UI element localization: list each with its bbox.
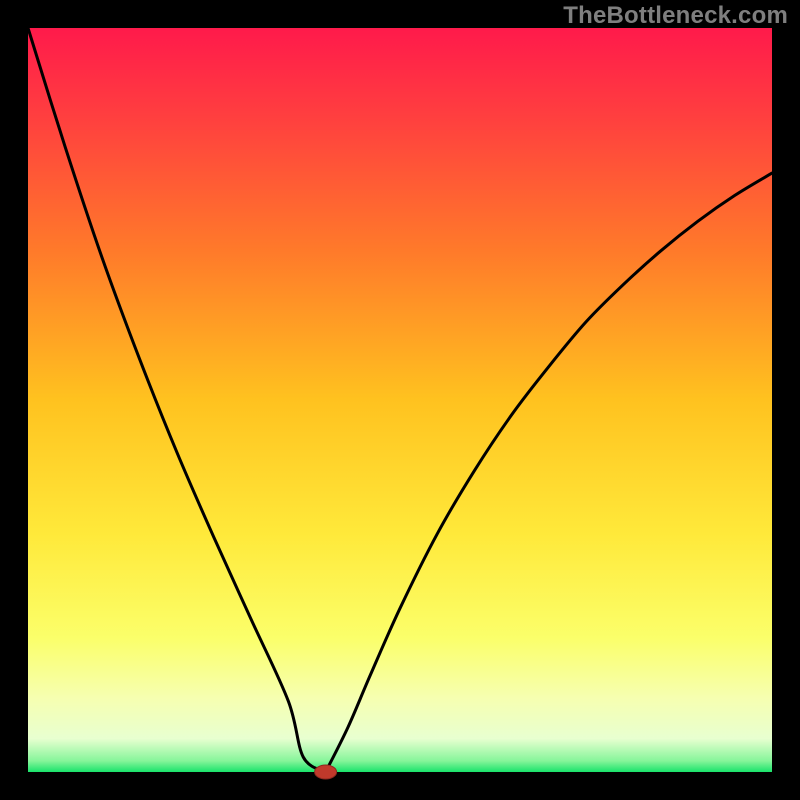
chart-svg bbox=[0, 0, 800, 800]
plot-background bbox=[28, 28, 772, 772]
chart-container: TheBottleneck.com bbox=[0, 0, 800, 800]
watermark-text: TheBottleneck.com bbox=[563, 2, 788, 30]
minimum-marker bbox=[315, 765, 337, 779]
